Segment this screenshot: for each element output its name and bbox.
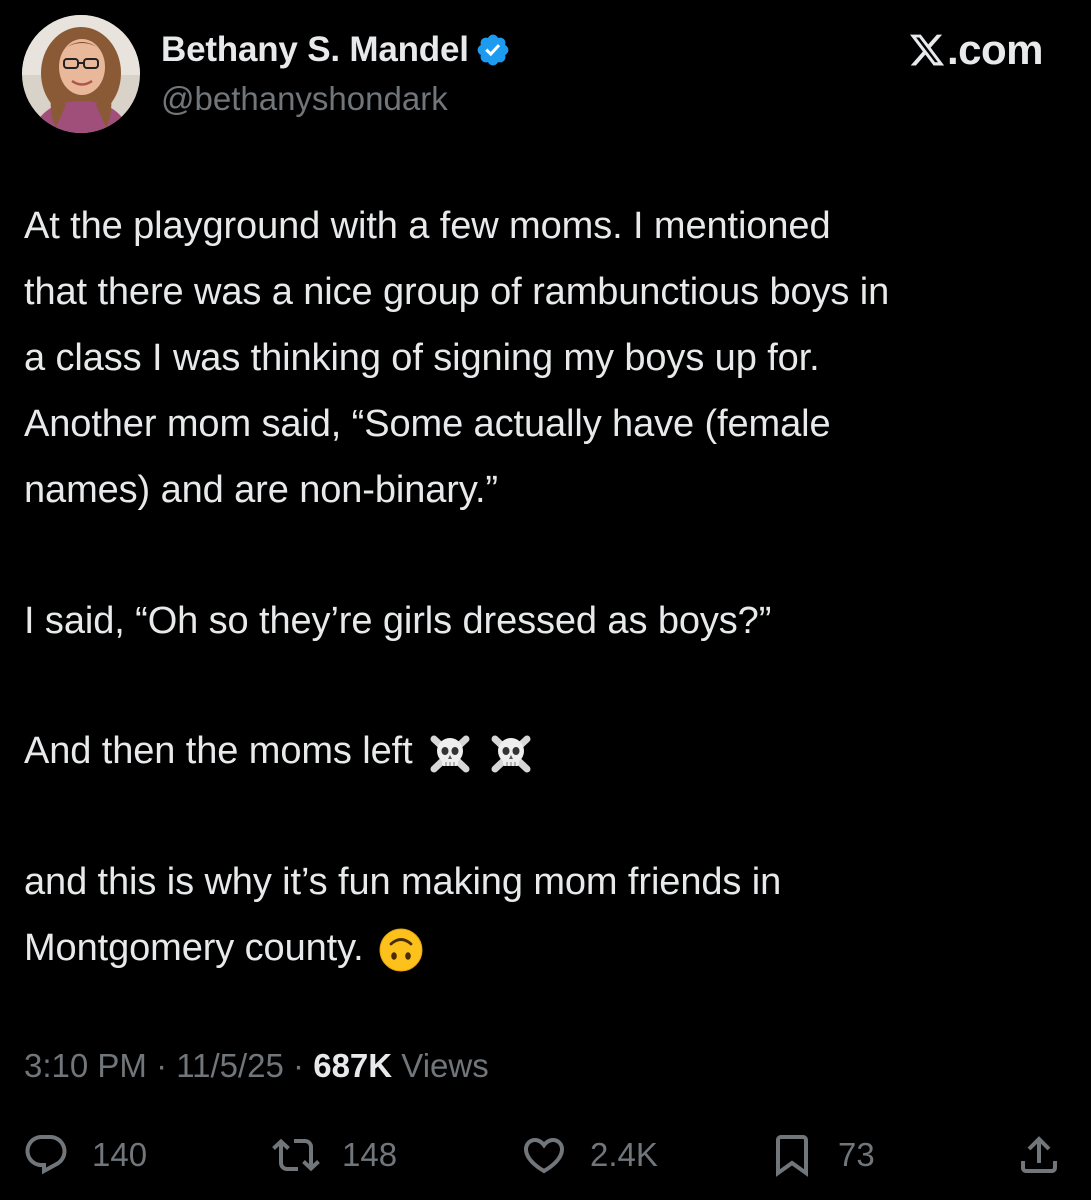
meta-separator: · [283, 1047, 314, 1084]
repost-icon [272, 1138, 320, 1172]
reply-button[interactable]: 140 [22, 1130, 147, 1180]
tweet-line: and this is why it’s fun making mom frie… [24, 861, 782, 903]
share-button[interactable] [1015, 1130, 1063, 1180]
like-count: 2.4K [590, 1136, 658, 1173]
repost-count: 148 [342, 1136, 398, 1173]
tweet-line: that there was a nice group of rambuncti… [24, 271, 890, 313]
tweet-line: I said, “Oh so they’re girls dressed as … [24, 600, 772, 642]
brand-domain-label: .com [946, 26, 1044, 73]
share-icon [1021, 1136, 1057, 1173]
views-count: 687K [313, 1047, 393, 1084]
tweet-line-text: And then the moms left [24, 730, 413, 772]
like-button[interactable]: 2.4K [520, 1130, 658, 1180]
bookmark-button[interactable]: 73 [768, 1130, 875, 1180]
repost-button[interactable]: 148 [272, 1130, 397, 1180]
skull-crossbones-emoji [430, 735, 470, 773]
verified-badge-icon[interactable] [475, 32, 511, 68]
bookmark-count: 73 [838, 1136, 875, 1173]
meta-separator: · [146, 1047, 177, 1084]
heart-icon [523, 1138, 565, 1174]
views-label: Views [392, 1047, 489, 1084]
skull-crossbones-emoji [491, 735, 530, 773]
tweet-line-with-emoji: And then the moms left [24, 728, 534, 776]
avatar-image [22, 15, 140, 133]
author-handle[interactable]: @bethanyshondark [161, 80, 448, 118]
author-display-name[interactable]: Bethany S. Mandel [161, 30, 469, 70]
tweet-line: a class I was thinking of signing my boy… [24, 337, 820, 379]
tweet-line-text: Montgomery county. [24, 927, 364, 969]
tweet-line-with-emoji: Montgomery county. [24, 925, 424, 973]
tweet-line: Another mom said, “Some actually have (f… [24, 403, 831, 445]
reply-icon [25, 1135, 67, 1175]
tweet-line: At the playground with a few moms. I men… [24, 205, 831, 247]
action-bar: 140 148 2.4K 73 [0, 1120, 1091, 1190]
reply-count: 140 [92, 1136, 148, 1173]
x-brand: .com [908, 26, 1044, 74]
author-name-row: Bethany S. Mandel [161, 28, 511, 72]
x-logo-icon [909, 34, 945, 66]
tweet-meta: 3:10 PM · 11/5/25 · 687K Views [24, 1047, 489, 1085]
tweet-date[interactable]: 11/5/25 [176, 1047, 284, 1084]
tweet-time[interactable]: 3:10 PM [24, 1047, 147, 1084]
bookmark-icon [776, 1135, 808, 1177]
tweet-line: names) and are non-binary.” [24, 469, 498, 511]
avatar[interactable] [22, 15, 140, 133]
upside-down-face-emoji [379, 928, 423, 972]
